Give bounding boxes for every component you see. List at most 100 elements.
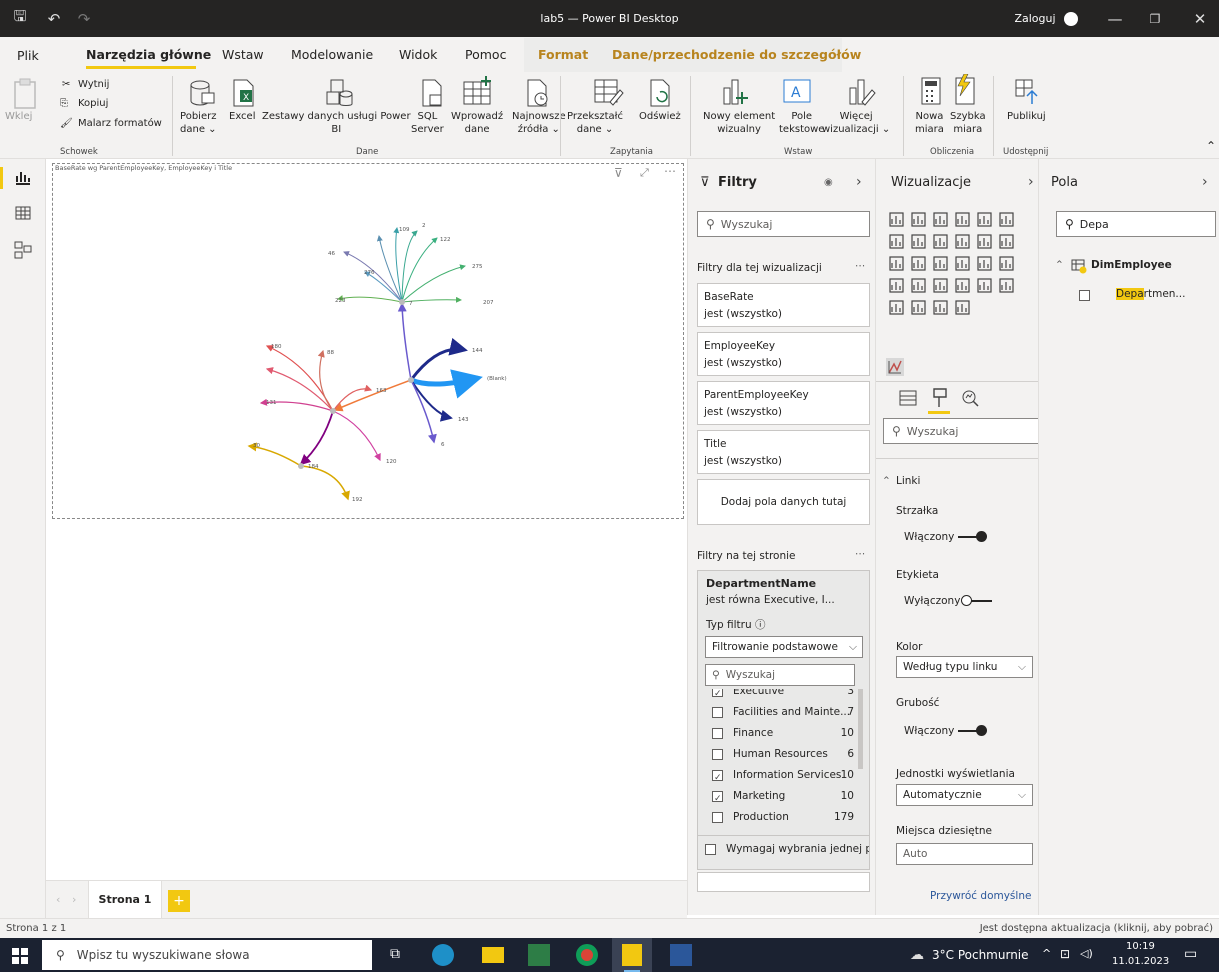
- analytics-tab-icon[interactable]: [960, 388, 980, 408]
- prev-page-icon[interactable]: ‹: [56, 893, 60, 906]
- require-single-selection[interactable]: Wymagaj wybrania jednej pc: [705, 843, 869, 855]
- notifications-icon[interactable]: ▭: [1184, 946, 1197, 962]
- eye-icon[interactable]: ◉: [824, 177, 833, 188]
- close-icon[interactable]: ✕: [1185, 0, 1215, 37]
- tab-help[interactable]: Pomoc: [465, 47, 506, 62]
- tab-view[interactable]: Widok: [399, 47, 437, 62]
- expand-chevron-icon[interactable]: ⌃: [1055, 259, 1064, 271]
- filter-card-parentemployeekey[interactable]: ParentEmployeeKey jest (wszystko): [697, 381, 870, 425]
- windows-start-icon[interactable]: [12, 948, 28, 964]
- tab-insert[interactable]: Wstaw: [222, 47, 264, 62]
- list-item[interactable]: Marketing 10: [712, 786, 854, 810]
- links-section[interactable]: Linki: [896, 475, 920, 487]
- list-item[interactable]: Executive 3: [712, 689, 854, 705]
- filter-card-employeekey[interactable]: EmployeeKey jest (wszystko): [697, 332, 870, 376]
- excel-button[interactable]: Excel: [229, 110, 256, 123]
- checkbox[interactable]: [712, 727, 723, 739]
- filter-card-title[interactable]: Title jest (wszystko): [697, 430, 870, 474]
- arrow-toggle[interactable]: Włączony: [904, 531, 988, 543]
- list-item[interactable]: Finance 10: [712, 723, 854, 744]
- word-icon[interactable]: [670, 944, 692, 966]
- collapse-ribbon-icon[interactable]: ⌃: [1206, 140, 1216, 153]
- network-visual[interactable]: BaseRate wg ParentEmployeeKey, EmployeeK…: [52, 163, 684, 519]
- redo-icon[interactable]: ↷: [74, 0, 94, 37]
- list-item[interactable]: Information Services10: [712, 765, 854, 789]
- sql-server-button[interactable]: SQL Server: [411, 110, 444, 136]
- checkbox[interactable]: [712, 768, 723, 789]
- filter-card-next[interactable]: [697, 872, 870, 892]
- checkbox[interactable]: [712, 811, 723, 823]
- viz-format-search[interactable]: ⚲ Wyszukaj: [883, 418, 1044, 444]
- tab-home[interactable]: Narzędzia główne: [86, 47, 211, 62]
- update-link[interactable]: Jest dostępna aktualizacja (kliknij, aby…: [980, 923, 1213, 934]
- filter-values-search[interactable]: ⚲ Wyszukaj: [705, 664, 855, 686]
- taskbar-search[interactable]: ⚲ Wpisz tu wyszukiwane słowa: [42, 940, 372, 970]
- datasets-button[interactable]: Zestawy danych usługi Power BI: [262, 110, 411, 136]
- list-item[interactable]: Human Resources 6: [712, 744, 854, 765]
- list-item[interactable]: Facilities and Mainte... 7: [712, 702, 854, 723]
- cut-button[interactable]: Wytnij: [78, 78, 109, 91]
- report-view-icon[interactable]: [14, 170, 32, 186]
- new-visual-button[interactable]: Nowy element wizualny: [703, 110, 775, 136]
- new-measure-button[interactable]: Nowa miara: [915, 110, 944, 136]
- more-visuals-button[interactable]: Więcej wizualizacji ⌄: [822, 110, 890, 136]
- thickness-toggle[interactable]: Włączony: [904, 725, 988, 737]
- collapse-viz-icon[interactable]: ›: [1028, 174, 1034, 190]
- add-page-button[interactable]: +: [168, 890, 190, 912]
- collapse-fields-icon[interactable]: ›: [1202, 174, 1208, 190]
- field-checkbox[interactable]: [1079, 290, 1090, 301]
- get-data-button[interactable]: Pobierz dane ⌄: [180, 110, 217, 136]
- tray-chevron-icon[interactable]: ^: [1042, 947, 1051, 960]
- section-chevron-icon[interactable]: ⌃: [882, 475, 891, 487]
- reset-defaults-link[interactable]: Przywróć domyślne: [930, 890, 1031, 902]
- chrome-icon[interactable]: [576, 944, 598, 966]
- viz-gallery[interactable]: [888, 211, 1038, 351]
- tab-drill[interactable]: Dane/przechodzenie do szczegółów: [612, 47, 861, 62]
- list-scrollbar[interactable]: [858, 689, 863, 769]
- list-item[interactable]: Production 179: [712, 807, 854, 828]
- tab-file[interactable]: Plik: [17, 48, 39, 63]
- checkbox[interactable]: [712, 748, 723, 760]
- model-view-icon[interactable]: [14, 241, 32, 259]
- add-fields-drop-zone[interactable]: Dodaj pola danych tutaj: [697, 479, 870, 525]
- filter-card-departmentname[interactable]: DepartmentName jest równa Executive, I..…: [697, 570, 870, 870]
- units-select[interactable]: Automatycznie ⌵: [896, 784, 1033, 806]
- more-icon[interactable]: ⋯: [855, 260, 866, 272]
- field-departmentname[interactable]: Departmen...: [1116, 288, 1185, 300]
- filters-search[interactable]: ⚲ Wyszukaj: [697, 211, 870, 237]
- edge-icon[interactable]: [432, 944, 454, 966]
- checkbox[interactable]: [712, 689, 723, 705]
- save-icon[interactable]: 🖫: [10, 0, 30, 37]
- checkbox[interactable]: [712, 706, 723, 718]
- minimize-icon[interactable]: —: [1100, 0, 1130, 37]
- weather-text[interactable]: 3°C Pochmurnie: [932, 948, 1029, 962]
- format-tab-icon[interactable]: [930, 387, 950, 409]
- publish-button[interactable]: Publikuj: [1007, 110, 1046, 123]
- transform-data-button[interactable]: Przekształć dane ⌄: [567, 110, 623, 136]
- network-icon[interactable]: ⊡: [1060, 947, 1070, 961]
- filter-type-select[interactable]: Filtrowanie podstawowe ⌵: [705, 636, 863, 658]
- filter-card-baserate[interactable]: BaseRate jest (wszystko): [697, 283, 870, 327]
- volume-icon[interactable]: ◁): [1080, 947, 1093, 960]
- restore-icon[interactable]: ❐: [1140, 0, 1170, 37]
- next-page-icon[interactable]: ›: [72, 893, 76, 906]
- format-painter-button[interactable]: Malarz formatów: [78, 117, 162, 130]
- file-explorer-icon[interactable]: [482, 947, 504, 963]
- network-viz-icon[interactable]: [886, 358, 904, 376]
- paste-button[interactable]: Wklej: [5, 110, 32, 123]
- avatar[interactable]: [1062, 0, 1080, 37]
- decimals-input[interactable]: Auto: [896, 843, 1033, 865]
- task-view-icon[interactable]: ⧉: [390, 946, 400, 962]
- color-select[interactable]: Według typu linku ⌵: [896, 656, 1033, 678]
- checkbox[interactable]: [705, 843, 716, 855]
- refresh-button[interactable]: Odśwież: [639, 110, 681, 123]
- copy-button[interactable]: Kopiuj: [78, 97, 108, 110]
- label-toggle[interactable]: Wyłączony: [904, 595, 993, 607]
- checkbox[interactable]: [712, 789, 723, 810]
- table-name[interactable]: DimEmployee: [1091, 259, 1172, 271]
- data-view-icon[interactable]: [14, 205, 32, 221]
- signin-link[interactable]: Zaloguj: [1010, 0, 1060, 37]
- quick-measure-button[interactable]: Szybka miara: [950, 110, 986, 136]
- clock-date[interactable]: 11.01.2023: [1112, 956, 1169, 967]
- textbox-button[interactable]: Pole tekstowe: [779, 110, 824, 136]
